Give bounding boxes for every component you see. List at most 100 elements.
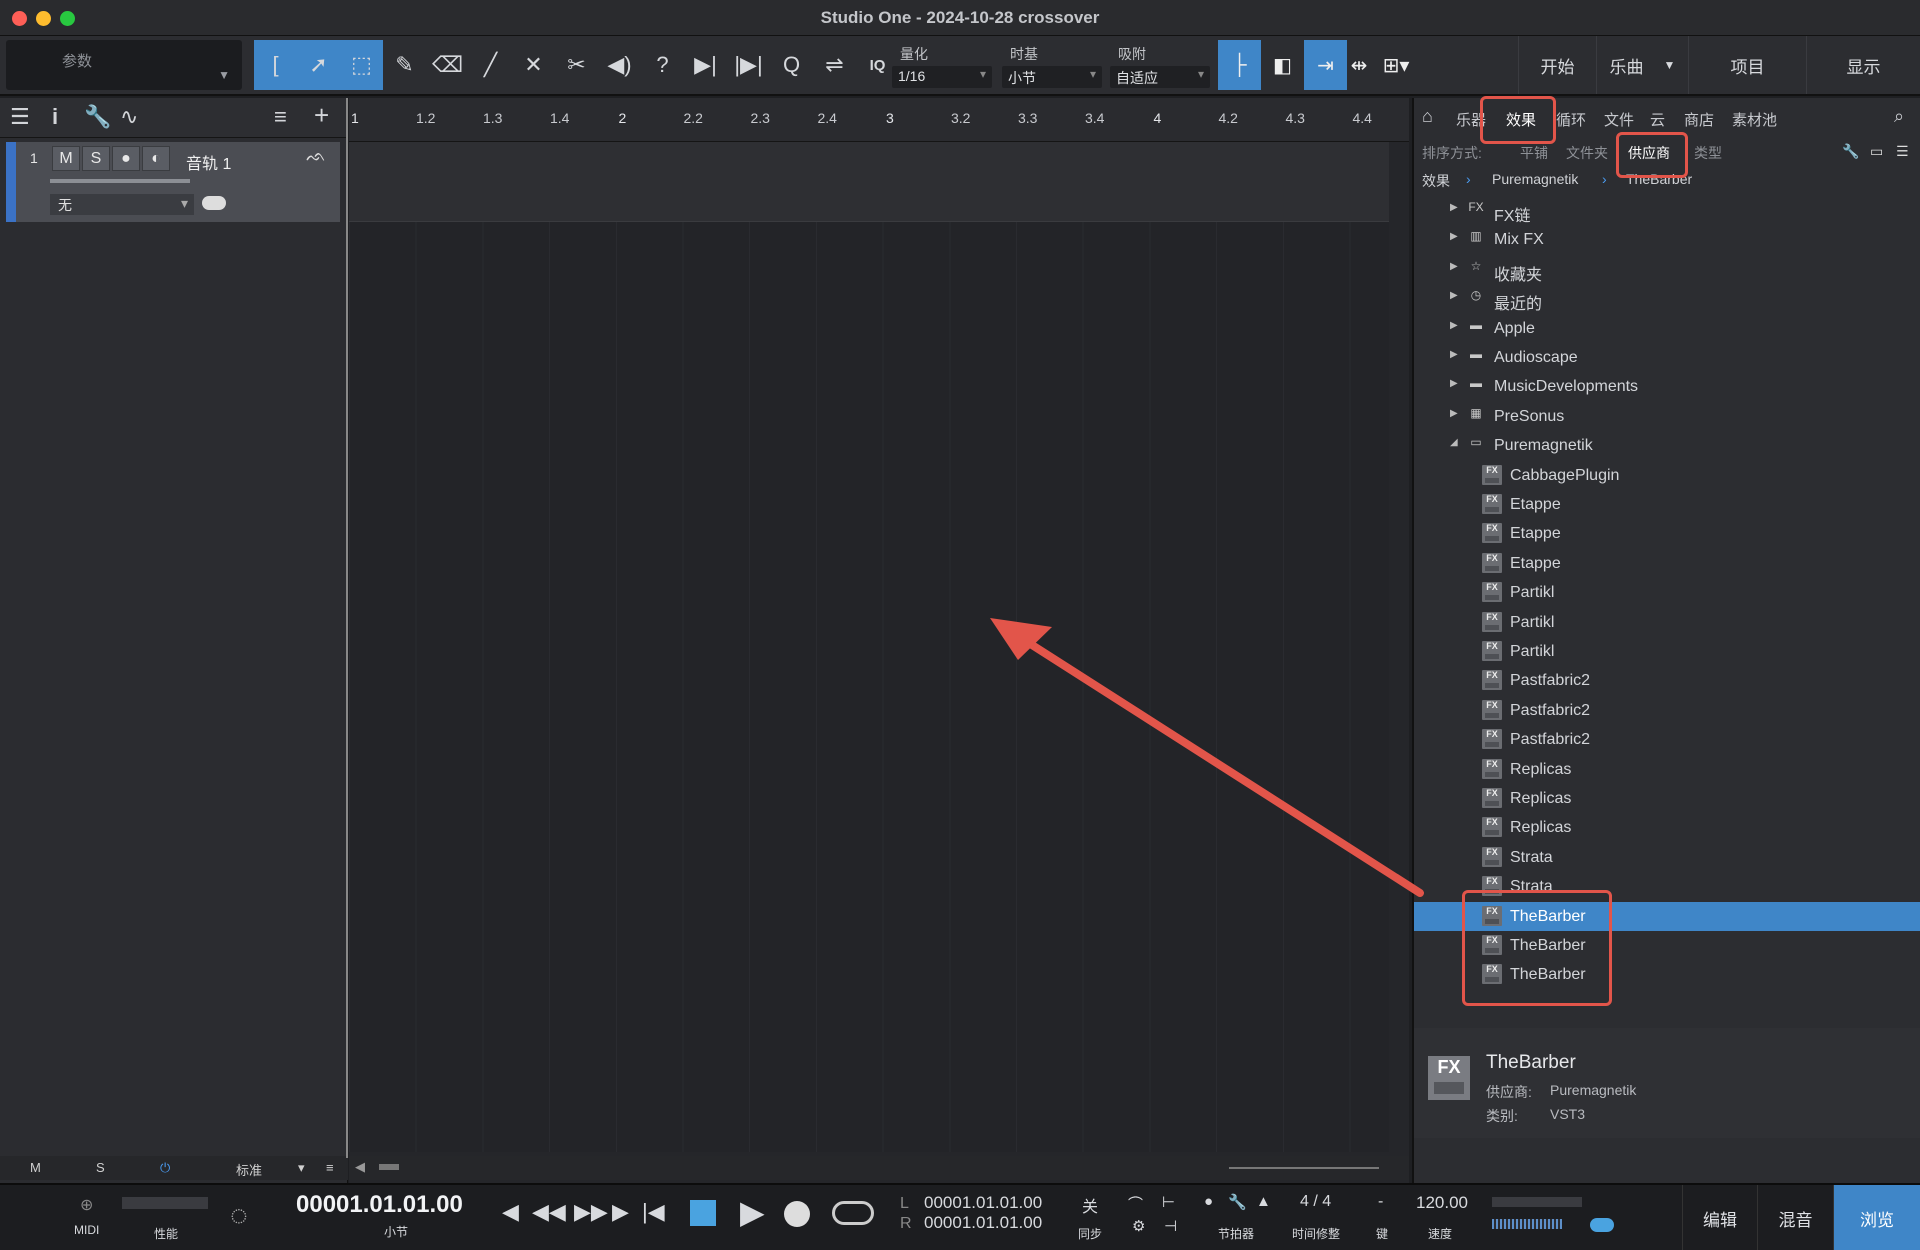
tab-files[interactable]: 文件: [1604, 109, 1634, 130]
master-toggle-icon[interactable]: [1590, 1218, 1614, 1232]
search-icon[interactable]: ⌕: [1894, 106, 1904, 127]
toggle-icon[interactable]: [202, 196, 226, 210]
edit-pane-button[interactable]: 编辑: [1682, 1185, 1757, 1250]
snap-dropdown[interactable]: 吸附 自适应: [1106, 40, 1210, 90]
listen-tool-icon[interactable]: ◀): [598, 40, 641, 90]
plugin-item[interactable]: FX Pastfabric2: [1414, 696, 1920, 725]
rewind-icon[interactable]: ◀◀: [532, 1199, 566, 1225]
folder-item[interactable]: ▶ ☆ 收藏夹: [1414, 255, 1920, 284]
loop-start[interactable]: 00001.01.01.00: [924, 1193, 1042, 1213]
punch-icon[interactable]: ⊢: [1162, 1193, 1175, 1211]
folder-item[interactable]: ▶ ▬ MusicDevelopments: [1414, 372, 1920, 401]
plugin-item[interactable]: FX Replicas: [1414, 755, 1920, 784]
range-tool-icon[interactable]: ⬚: [340, 40, 383, 90]
playhead[interactable]: [346, 98, 348, 1158]
arrange-view[interactable]: 1 1.2 1.3 1.4 2 2.2 2.3 2.4 3 3.2 3.3 3.4 4 4.2 4.3 4.4…: [349, 98, 1757, 1183]
plugin-item[interactable]: FX Pastfabric2: [1414, 666, 1920, 695]
folder-item[interactable]: ▶ ▥ Mix FX: [1414, 225, 1920, 254]
paint-tool-icon[interactable]: ╱: [469, 40, 512, 90]
global-solo-button[interactable]: S: [96, 1160, 105, 1175]
add-track-icon[interactable]: +: [314, 100, 329, 131]
plugin-item[interactable]: FX Partikl: [1414, 578, 1920, 607]
time-signature[interactable]: 4 / 4: [1300, 1193, 1331, 1211]
folder-item[interactable]: ▶ ▦ PreSonus: [1414, 402, 1920, 431]
return-to-zero-icon[interactable]: |◀: [642, 1199, 665, 1225]
record-button[interactable]: [784, 1201, 810, 1227]
folder-item[interactable]: ▶ ▬ Audioscape: [1414, 343, 1920, 372]
track-header[interactable]: 1 M S ● ◐ 音轨 1 ᨒ 无: [6, 142, 340, 222]
plugin-item[interactable]: FX Etappe: [1414, 549, 1920, 578]
collapsed-triangle-icon[interactable]: ▶: [1450, 261, 1458, 272]
snap-event-icon[interactable]: ◧: [1261, 40, 1304, 90]
plugin-item[interactable]: FX Replicas: [1414, 813, 1920, 842]
menu-icon[interactable]: ☰: [10, 104, 30, 130]
range-bracket-icon[interactable]: [: [254, 40, 297, 90]
record-arm-icon[interactable]: ●: [112, 146, 140, 171]
sort-type-button[interactable]: 类型: [1694, 143, 1722, 163]
time-display[interactable]: 00001.01.01.00: [296, 1191, 463, 1219]
plugin-item[interactable]: FX CabbagePlugin: [1414, 461, 1920, 490]
tab-loops[interactable]: 循环: [1556, 109, 1586, 130]
master-volume-slider[interactable]: [1492, 1219, 1562, 1229]
track-lane[interactable]: [349, 142, 1389, 222]
mute-button[interactable]: M: [52, 146, 80, 171]
split-tool-icon[interactable]: ✂: [555, 40, 598, 90]
scroll-thumb[interactable]: [379, 1164, 399, 1170]
strip-silence-icon[interactable]: |▶|: [727, 40, 770, 90]
metronome-icon[interactable]: ▲: [1256, 1193, 1271, 1210]
nav-song-button[interactable]: 乐曲 ▼: [1596, 36, 1688, 94]
wrench-icon[interactable]: 🔧: [1842, 143, 1859, 160]
snap-grid-icon[interactable]: ├: [1218, 40, 1261, 90]
volume-slider[interactable]: [50, 179, 190, 183]
mix-pane-button[interactable]: 混音: [1757, 1185, 1833, 1250]
solo-button[interactable]: S: [82, 146, 110, 171]
collapsed-triangle-icon[interactable]: ▶: [1450, 378, 1458, 389]
collapsed-triangle-icon[interactable]: ▶: [1450, 408, 1458, 419]
list-icon[interactable]: ≡: [326, 1160, 334, 1175]
loop-end[interactable]: 00001.01.01.00: [924, 1213, 1042, 1233]
plugin-item[interactable]: FX Pastfabric2: [1414, 725, 1920, 754]
automation-icon[interactable]: ∿: [120, 104, 138, 130]
timebase-dropdown[interactable]: 时基 小节: [998, 40, 1102, 90]
stop-button[interactable]: [690, 1200, 716, 1226]
context-selector[interactable]: 参数 ▼: [6, 40, 242, 90]
eraser-tool-icon[interactable]: ⌫: [426, 40, 469, 90]
sort-folder-button[interactable]: 文件夹: [1566, 143, 1608, 163]
pencil-tool-icon[interactable]: ✎: [383, 40, 426, 90]
wrench-icon[interactable]: 🔧: [84, 104, 111, 130]
power-icon[interactable]: ⏻: [160, 1160, 170, 1176]
track-name[interactable]: 音轨 1: [186, 150, 231, 174]
plugin-item[interactable]: FX Partikl: [1414, 637, 1920, 666]
plugin-item[interactable]: FX Strata: [1414, 843, 1920, 872]
quantize-dropdown[interactable]: 量化 1/16: [888, 40, 992, 90]
plugin-item[interactable]: FX Partikl: [1414, 608, 1920, 637]
metronome-settings-icon[interactable]: 🔧: [1228, 1193, 1247, 1211]
plugin-item[interactable]: FX Etappe: [1414, 519, 1920, 548]
global-mute-button[interactable]: M: [30, 1160, 41, 1175]
horizontal-scrollbar[interactable]: ◀: [349, 1156, 1409, 1180]
tempo-value[interactable]: 120.00: [1416, 1193, 1468, 1213]
quantize-icon[interactable]: Q: [770, 40, 813, 90]
bend-marker-icon[interactable]: ▶|: [684, 40, 727, 90]
tab-cloud[interactable]: 云: [1650, 109, 1665, 130]
groove-icon[interactable]: ⇌: [813, 40, 856, 90]
input-selector[interactable]: 无: [50, 194, 194, 215]
next-marker-icon[interactable]: ▶: [612, 1199, 629, 1225]
breadcrumb-vendor[interactable]: Puremagnetik: [1492, 171, 1578, 187]
expanded-triangle-icon[interactable]: ◢: [1450, 437, 1458, 448]
snap-cursor-icon[interactable]: ⇥: [1304, 40, 1347, 90]
collapsed-triangle-icon[interactable]: ▶: [1450, 290, 1458, 301]
scroll-left-icon[interactable]: ◀: [355, 1159, 365, 1175]
settings-icon[interactable]: ⚙: [1132, 1217, 1145, 1235]
key-value[interactable]: -: [1378, 1193, 1383, 1211]
track-list-icon[interactable]: ≡: [274, 104, 287, 130]
mute-tool-icon[interactable]: ✕: [512, 40, 555, 90]
folder-item[interactable]: ▶ ◷ 最近的: [1414, 284, 1920, 313]
nav-project-button[interactable]: 项目: [1688, 36, 1806, 94]
tab-pool[interactable]: 素材池: [1732, 109, 1777, 130]
plugin-item[interactable]: FX Etappe: [1414, 490, 1920, 519]
previous-marker-icon[interactable]: ◀: [502, 1199, 519, 1225]
loop-icon[interactable]: [832, 1201, 874, 1225]
timeline-ruler[interactable]: 1 1.2 1.3 1.4 2 2.2 2.3 2.4 3 3.2 3.3 3.4 4 4.2 4.3 4.4: [349, 98, 1409, 142]
browse-pane-button[interactable]: 浏览: [1833, 1185, 1920, 1250]
